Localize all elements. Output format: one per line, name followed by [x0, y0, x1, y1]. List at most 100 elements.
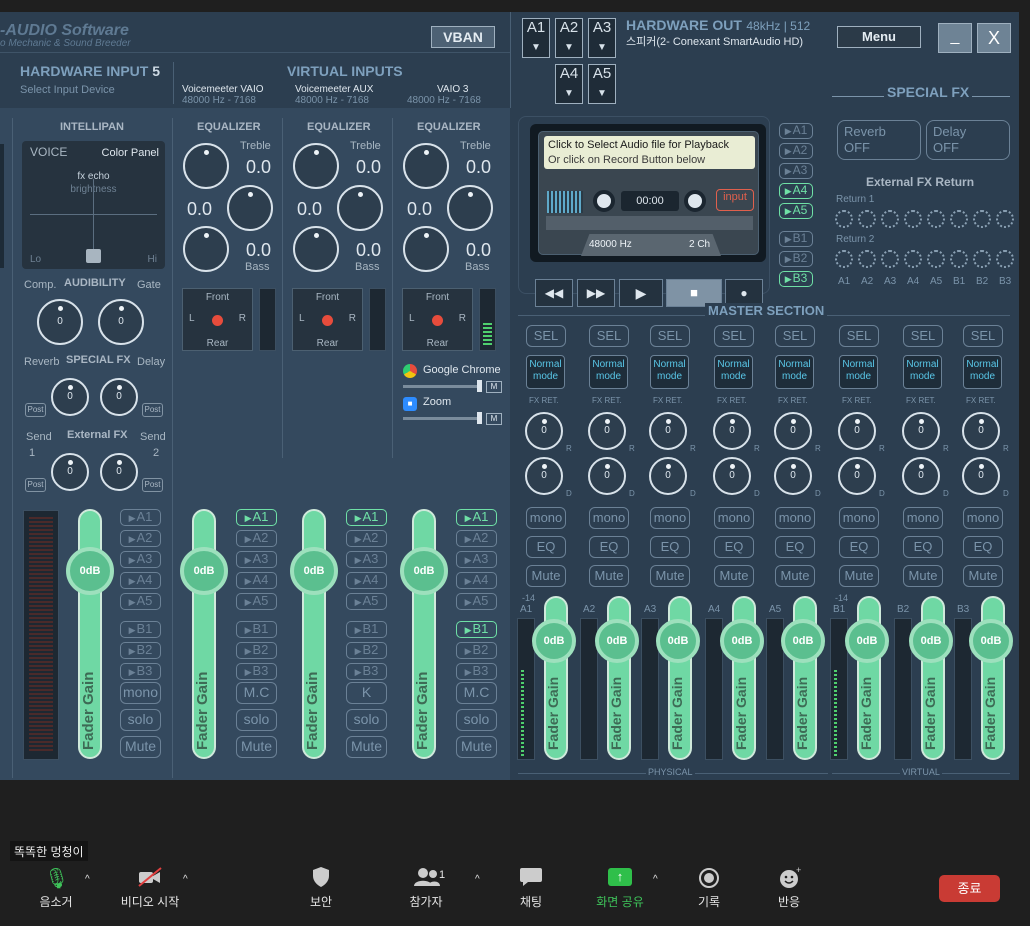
- master-knob-d[interactable]: 0: [962, 457, 1000, 495]
- bus-a5-button[interactable]: ▶A5: [120, 593, 161, 610]
- fx-return-knob[interactable]: [950, 210, 968, 228]
- mute-button[interactable]: Mute: [903, 565, 943, 587]
- record-icon[interactable]: [699, 868, 719, 888]
- fader-knob[interactable]: 0dB: [66, 547, 114, 595]
- bus-a5-button[interactable]: ▶A5: [236, 593, 277, 610]
- master-fader-knob[interactable]: 0dB: [595, 619, 639, 663]
- fx-return-knob[interactable]: [973, 250, 991, 268]
- strip-name-aux[interactable]: Voicemeeter AUX: [295, 84, 373, 95]
- mute-button[interactable]: Mute: [526, 565, 566, 587]
- normal-mode-button[interactable]: Normal mode: [650, 355, 689, 389]
- eq-knob[interactable]: [293, 226, 339, 272]
- playback-message[interactable]: Click to Select Audio file for Playback: [548, 139, 729, 151]
- strip-k-button[interactable]: K: [346, 682, 387, 704]
- player-route-b1-button[interactable]: ▶B1: [779, 231, 813, 247]
- pan-position-dot[interactable]: [212, 315, 223, 326]
- fx-return-knob[interactable]: [904, 210, 922, 228]
- sel-button[interactable]: SEL: [963, 325, 1003, 347]
- mono-button[interactable]: mono: [714, 507, 754, 529]
- bus-a3-button[interactable]: ▶A3: [456, 551, 497, 568]
- normal-mode-button[interactable]: Normal mode: [963, 355, 1002, 389]
- vban-button[interactable]: VBAN: [431, 26, 495, 48]
- master-knob-r[interactable]: 0: [774, 412, 812, 450]
- fx-return-knob[interactable]: [881, 250, 899, 268]
- bus-a4-button[interactable]: ▶A4: [236, 572, 277, 589]
- sel-button[interactable]: SEL: [650, 325, 690, 347]
- reverb-button[interactable]: Reverb OFF: [837, 120, 921, 160]
- share-screen-icon[interactable]: ↑: [608, 868, 632, 886]
- eq-knob[interactable]: [183, 226, 229, 272]
- mono-button[interactable]: mono: [589, 507, 629, 529]
- zoom-slider-thumb[interactable]: [477, 412, 482, 424]
- strip-mute-button[interactable]: Mute: [236, 736, 277, 758]
- send-1-knob[interactable]: 0: [51, 453, 89, 491]
- mute-button[interactable]: Mute: [963, 565, 1003, 587]
- mono-button[interactable]: mono: [650, 507, 690, 529]
- select-input-device[interactable]: Select Input Device: [20, 84, 115, 96]
- master-fader-knob[interactable]: 0dB: [781, 619, 825, 663]
- pan-box[interactable]: Front Rear L R: [292, 288, 363, 351]
- security-button[interactable]: 보안: [305, 893, 337, 910]
- master-knob-d[interactable]: 0: [588, 457, 626, 495]
- bus-b3-button[interactable]: ▶B3: [456, 663, 497, 680]
- mute-button[interactable]: 음소거: [36, 893, 76, 910]
- player-route-a1-button[interactable]: ▶A1: [779, 123, 813, 139]
- master-knob-d[interactable]: 0: [649, 457, 687, 495]
- hw-out-a4-button[interactable]: A4 ▼: [555, 64, 583, 104]
- voice-label[interactable]: VOICE: [30, 145, 67, 159]
- mono-button[interactable]: mono: [526, 507, 566, 529]
- bus-b2-button[interactable]: ▶B2: [346, 642, 387, 659]
- strip-name-vaio[interactable]: Voicemeeter VAIO: [182, 84, 264, 95]
- strip-name-vaio3[interactable]: VAIO 3: [437, 84, 469, 95]
- eq-button[interactable]: EQ: [839, 536, 879, 558]
- video-options-caret[interactable]: ^: [183, 874, 188, 885]
- strip-mc-button[interactable]: M.C: [456, 682, 497, 704]
- zoom-slider[interactable]: [403, 417, 479, 420]
- rewind-button[interactable]: ◀◀: [535, 279, 573, 307]
- fx-return-knob[interactable]: [927, 210, 945, 228]
- bus-b2-button[interactable]: ▶B2: [456, 642, 497, 659]
- menu-button[interactable]: Menu: [837, 26, 921, 48]
- sel-button[interactable]: SEL: [714, 325, 754, 347]
- strip-mute-button[interactable]: Mute: [456, 736, 497, 758]
- input-button[interactable]: input: [716, 189, 754, 211]
- record-meeting-button[interactable]: 기록: [693, 893, 725, 910]
- normal-mode-button[interactable]: Normal mode: [714, 355, 753, 389]
- normal-mode-button[interactable]: Normal mode: [903, 355, 942, 389]
- eq-knob[interactable]: [227, 185, 273, 231]
- minimize-button[interactable]: _: [938, 23, 972, 53]
- hw-out-a5-button[interactable]: A5 ▼: [588, 64, 616, 104]
- bus-b1-button[interactable]: ▶B1: [236, 621, 277, 638]
- fx-return-knob[interactable]: [835, 250, 853, 268]
- color-panel-label[interactable]: Color Panel: [102, 147, 159, 159]
- strip-mono-button[interactable]: mono: [120, 682, 161, 704]
- delay-button[interactable]: Delay OFF: [926, 120, 1010, 160]
- strip-mc-button[interactable]: M.C: [236, 682, 277, 704]
- bus-b3-button[interactable]: ▶B3: [236, 663, 277, 680]
- sel-button[interactable]: SEL: [775, 325, 815, 347]
- bus-b3-button[interactable]: ▶B3: [120, 663, 161, 680]
- chrome-slider-thumb[interactable]: [477, 380, 482, 392]
- fx-return-knob[interactable]: [881, 210, 899, 228]
- bus-b3-button[interactable]: ▶B3: [346, 663, 387, 680]
- eq-button[interactable]: EQ: [650, 536, 690, 558]
- master-knob-d[interactable]: 0: [525, 457, 563, 495]
- pan-position-dot[interactable]: [432, 315, 443, 326]
- bus-a4-button[interactable]: ▶A4: [456, 572, 497, 589]
- master-knob-r[interactable]: 0: [838, 412, 876, 450]
- sel-button[interactable]: SEL: [526, 325, 566, 347]
- bus-a3-button[interactable]: ▶A3: [120, 551, 161, 568]
- bus-b2-button[interactable]: ▶B2: [236, 642, 277, 659]
- master-knob-r[interactable]: 0: [962, 412, 1000, 450]
- bus-b2-button[interactable]: ▶B2: [120, 642, 161, 659]
- hw-out-a3-button[interactable]: A3 ▼: [588, 18, 616, 58]
- eq-button[interactable]: EQ: [526, 536, 566, 558]
- bus-a2-button[interactable]: ▶A2: [346, 530, 387, 547]
- comp-knob[interactable]: 0: [37, 299, 83, 345]
- bus-b1-button[interactable]: ▶B1: [456, 621, 497, 638]
- player-route-a3-button[interactable]: ▶A3: [779, 163, 813, 179]
- mono-button[interactable]: mono: [839, 507, 879, 529]
- bus-b1-button[interactable]: ▶B1: [346, 621, 387, 638]
- master-knob-r[interactable]: 0: [588, 412, 626, 450]
- mute-button[interactable]: Mute: [775, 565, 815, 587]
